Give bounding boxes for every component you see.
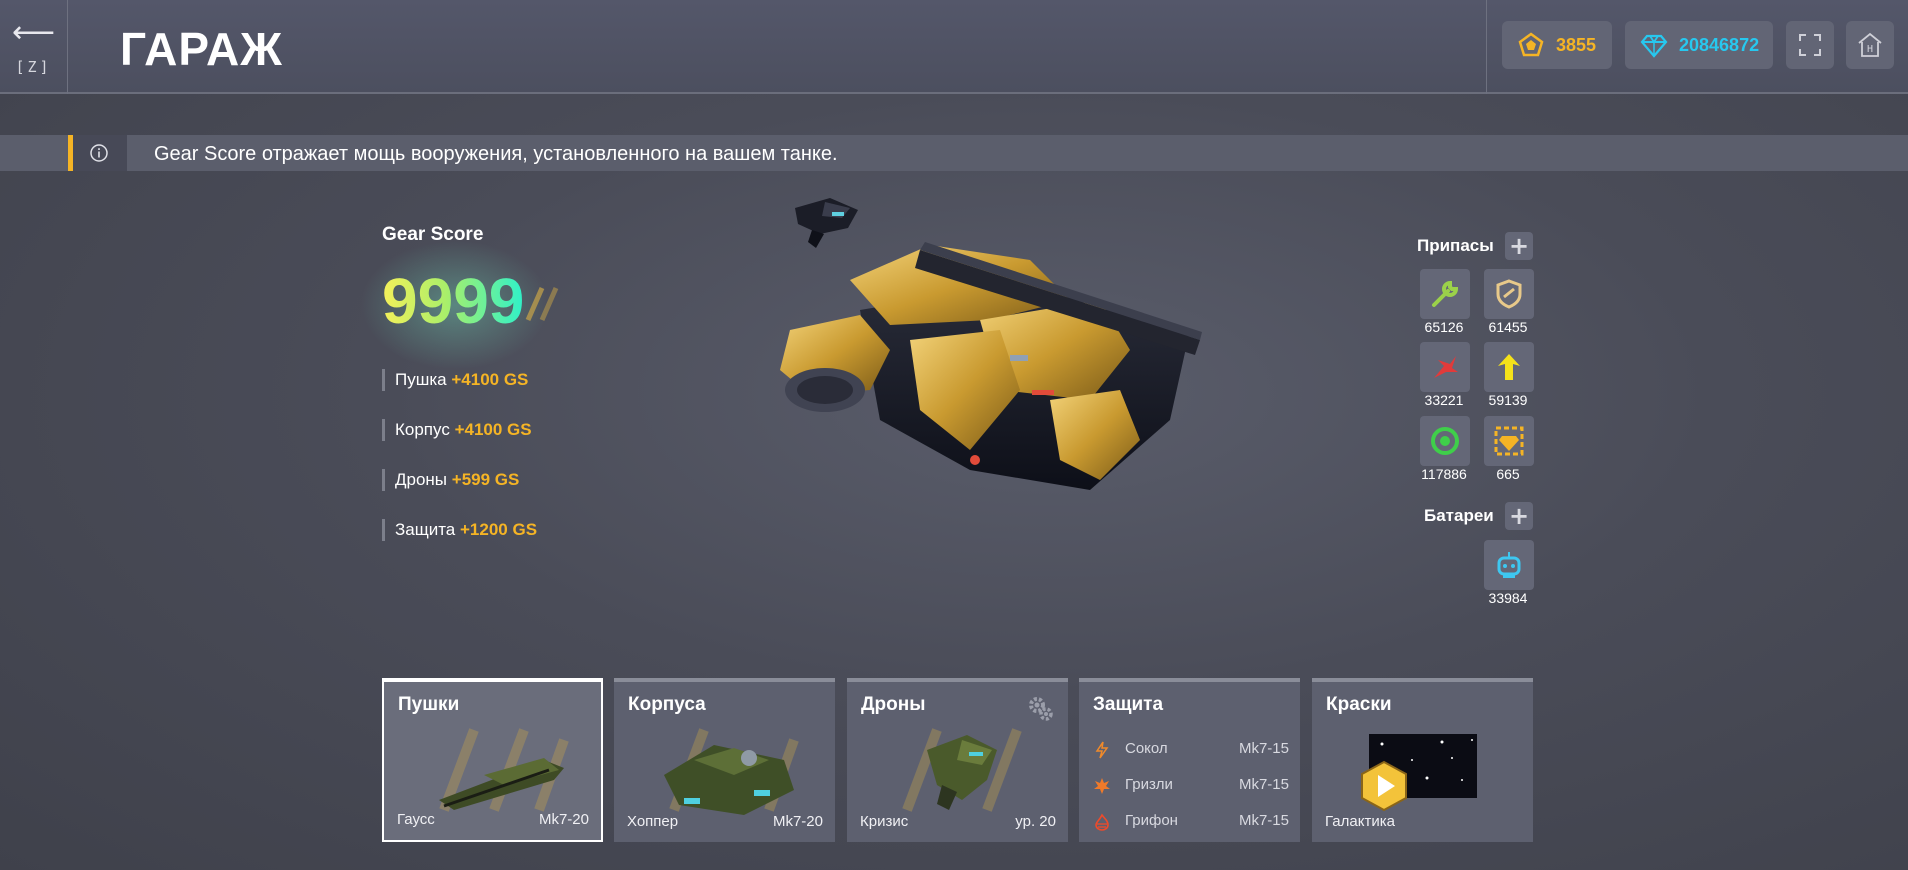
lightning-icon [1095, 741, 1109, 759]
banner-accent [68, 135, 73, 171]
supply-count: 61455 [1488, 319, 1528, 335]
repair-kit-icon [1432, 280, 1459, 307]
banner-text: Gear Score отражает мощь вооружения, уст… [154, 143, 838, 165]
hull-preview-image [664, 728, 799, 815]
gears-icon[interactable] [1026, 694, 1054, 722]
crystal-icon [1518, 32, 1544, 57]
gs-line-value: +1200 GS [460, 520, 538, 539]
info-banner: Gear Score отражает мощь вооружения, уст… [0, 135, 1908, 171]
drone-preview-image [902, 728, 1022, 812]
supply-count: 65126 [1424, 319, 1464, 335]
page-title: ГАРАЖ [120, 23, 283, 75]
diamonds-amount: 20846872 [1679, 34, 1760, 55]
gs-line-protection: Защита +1200 GS [382, 519, 537, 541]
battery-robot-icon [1497, 552, 1521, 578]
supplies-title: Припасы [1417, 236, 1494, 255]
supply-speed-boost[interactable] [1484, 342, 1534, 392]
gs-line-label: Защита [395, 520, 456, 539]
supply-mine[interactable] [1420, 416, 1470, 466]
tank-preview[interactable] [770, 190, 1230, 550]
protection-level: Mk7-15 [1238, 776, 1289, 793]
gs-line-label: Корпус [395, 420, 450, 439]
card-protection[interactable]: Защита Сокол Mk7-15 Гризли Mk7-15 Грифон… [1079, 678, 1300, 842]
diamonds-counter[interactable]: 20846872 [1625, 21, 1773, 69]
card-item-name: Кризис [860, 813, 909, 830]
fullscreen-icon [1799, 34, 1821, 56]
card-title: Дроны [861, 694, 926, 715]
double-armor-icon [1496, 279, 1522, 309]
card-title: Корпуса [628, 694, 706, 715]
back-arrow-icon: ⟵ [11, 15, 55, 50]
card-item-level: Mk7-20 [538, 811, 589, 828]
card-item-name: Хоппер [627, 813, 679, 830]
card-hulls[interactable]: Корпуса Хоппер Mk7-20 [614, 678, 835, 842]
protection-level: Mk7-15 [1238, 740, 1289, 757]
explosion-icon [1094, 778, 1110, 794]
drone-model [795, 198, 858, 248]
protection-row: Гризли Mk7-15 [1093, 776, 1289, 796]
back-hotkey-label: [Z] [15, 58, 52, 76]
gs-line-label: Дроны [395, 470, 448, 489]
top-bar: ⟵ [Z] ГАРАЖ 3855 20846872 H [0, 0, 1908, 94]
card-title: Защита [1093, 694, 1164, 715]
gold-box-icon [1494, 426, 1524, 456]
card-title: Пушки [398, 694, 460, 715]
battery-item[interactable] [1484, 540, 1534, 590]
supply-repair-kit[interactable] [1420, 269, 1470, 319]
speed-boost-icon [1498, 354, 1520, 380]
gear-score-slashes-icon [525, 286, 559, 322]
batteries-title: Батареи [1424, 506, 1494, 525]
batteries-add-button[interactable]: + [1505, 502, 1533, 530]
card-cannons[interactable]: Пушки Гаусс Mk7-20 [382, 678, 603, 842]
back-button[interactable]: ⟵ [Z] [0, 0, 68, 94]
header-divider [1486, 0, 1487, 94]
crystals-amount: 3855 [1556, 34, 1597, 55]
card-item-level: ур. 20 [1015, 813, 1056, 830]
mine-icon [1431, 427, 1459, 455]
info-icon [90, 144, 108, 162]
gs-line-value: +4100 GS [454, 420, 532, 439]
gs-line-drones: Дроны +599 GS [382, 469, 519, 491]
card-item-name: Гаусс [397, 811, 435, 828]
supply-gold-box[interactable] [1484, 416, 1534, 466]
protection-name: Гризли [1125, 776, 1173, 793]
play-badge-icon [1361, 760, 1407, 812]
supplies-add-button[interactable]: + [1505, 232, 1533, 260]
supply-double-armor[interactable] [1484, 269, 1534, 319]
home-icon: H [1858, 32, 1882, 57]
protection-name: Сокол [1125, 740, 1168, 757]
home-hotkey-label: H [1867, 44, 1873, 55]
supply-count: 117886 [1421, 466, 1467, 482]
fire-icon [1095, 813, 1109, 831]
supply-count: 59139 [1488, 392, 1528, 408]
card-item-level: Mk7-20 [772, 813, 823, 830]
supply-double-damage[interactable] [1420, 342, 1470, 392]
diamond-icon [1640, 34, 1668, 58]
battery-count: 33984 [1488, 590, 1528, 606]
gear-score-value: 9999 [382, 265, 525, 337]
protection-row: Грифон Mk7-15 [1093, 812, 1289, 832]
home-button[interactable]: H [1846, 21, 1894, 69]
gs-line-hull: Корпус +4100 GS [382, 419, 532, 441]
gs-line-value: +599 GS [451, 470, 520, 489]
gs-line-label: Пушка [395, 370, 447, 389]
gs-line-value: +4100 GS [451, 370, 529, 389]
card-title: Краски [1326, 694, 1392, 715]
card-item-name: Галактика [1325, 813, 1395, 830]
card-paints[interactable]: Краски Галактика [1312, 678, 1533, 842]
supply-count: 33221 [1424, 392, 1464, 408]
card-drones[interactable]: Дроны Кризис ур. 20 [847, 678, 1068, 842]
fullscreen-button[interactable] [1786, 21, 1834, 69]
protection-row: Сокол Mk7-15 [1093, 740, 1289, 760]
gs-line-cannon: Пушка +4100 GS [382, 369, 528, 391]
protection-level: Mk7-15 [1238, 812, 1289, 829]
protection-name: Грифон [1125, 812, 1178, 829]
crystals-counter[interactable]: 3855 [1502, 21, 1612, 69]
supply-count: 665 [1496, 466, 1520, 482]
double-damage-icon [1434, 356, 1458, 378]
cannon-preview-image [439, 728, 569, 812]
